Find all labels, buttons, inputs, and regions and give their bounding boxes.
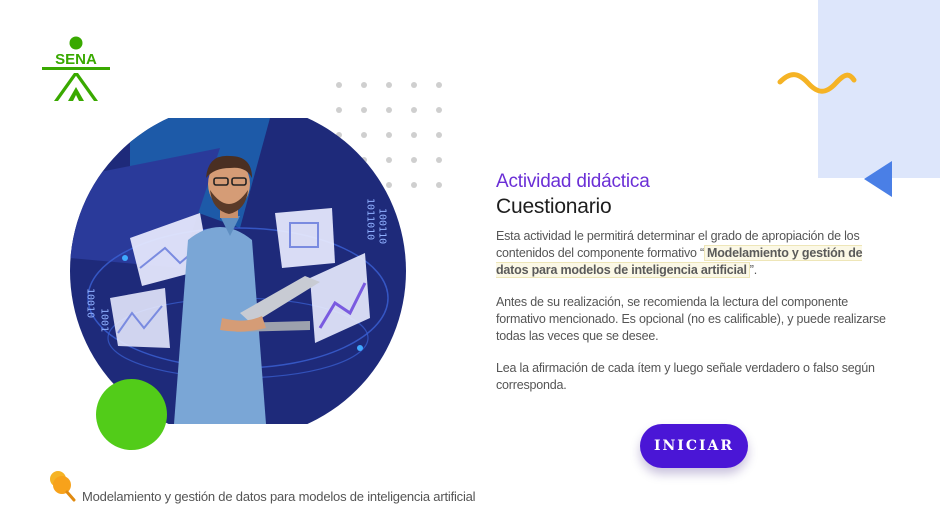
- activity-description: Esta actividad le permitirá determinar e…: [496, 228, 896, 279]
- hero-illustration: 1011010 100110 10010 1001: [70, 118, 406, 424]
- svg-text:100110: 100110: [377, 208, 388, 244]
- svg-text:1001: 1001: [99, 308, 110, 332]
- svg-text:10010: 10010: [85, 288, 96, 318]
- activity-content: Actividad didáctica Cuestionario Esta ac…: [496, 170, 896, 394]
- pin-icon: [50, 471, 76, 502]
- start-button[interactable]: INICIAR: [640, 424, 748, 468]
- svg-text:1011010: 1011010: [365, 198, 376, 240]
- description-text-end: ”.: [749, 263, 758, 277]
- wave-decoration-icon: [777, 72, 857, 94]
- page-title: Cuestionario: [496, 195, 612, 218]
- footer-course-name: Modelamiento y gestión de datos para mod…: [82, 489, 476, 504]
- activity-instruction: Lea la afirmación de cada ítem y luego s…: [496, 361, 875, 392]
- sena-logo: SENA: [42, 36, 110, 101]
- activity-type-label: Actividad didáctica: [496, 171, 650, 192]
- green-circle-decoration: [96, 379, 167, 450]
- svg-text:SENA: SENA: [55, 51, 97, 68]
- activity-note: Antes de su realización, se recomienda l…: [496, 295, 886, 343]
